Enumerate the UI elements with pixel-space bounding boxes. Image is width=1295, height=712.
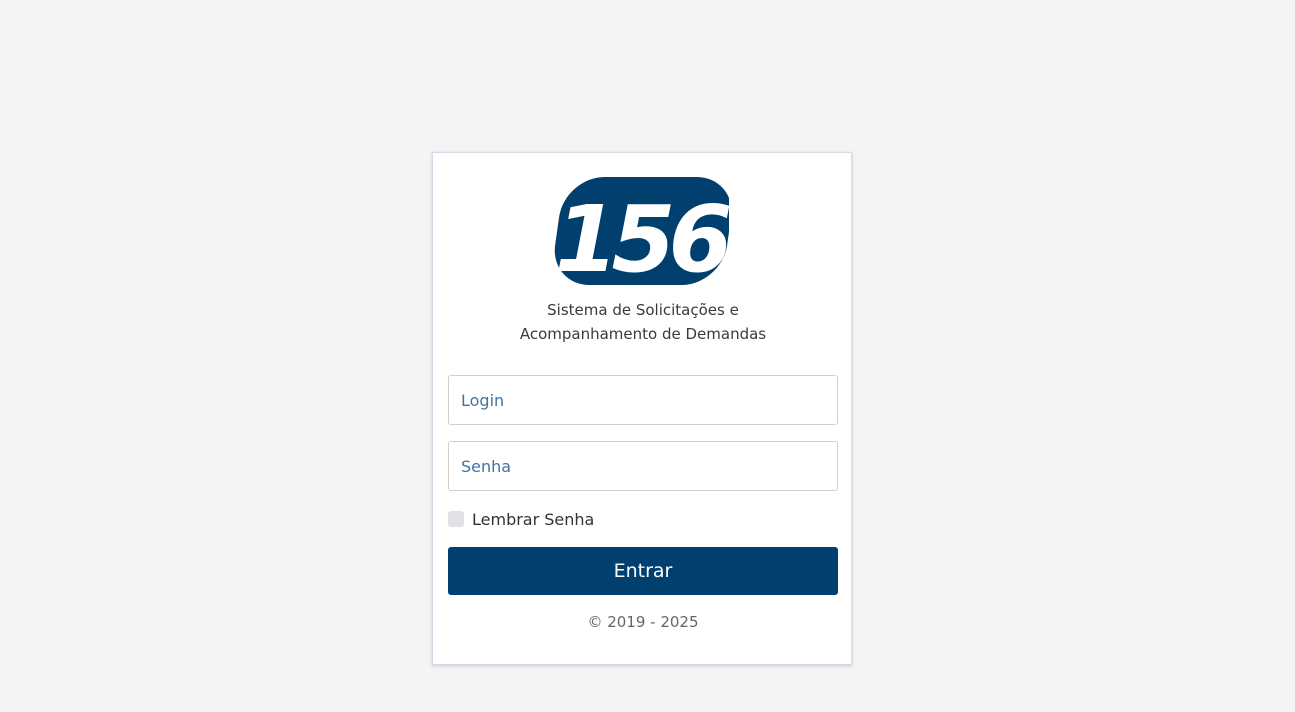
copyright-text: © 2019 - 2025 xyxy=(587,613,699,631)
remember-label: Lembrar Senha xyxy=(472,509,595,529)
logo-156: 156 xyxy=(554,177,729,289)
remember-password[interactable]: Lembrar Senha xyxy=(448,508,594,530)
system-subtitle: Sistema de Solicitações e Acompanhamento… xyxy=(433,298,853,346)
subtitle-line-2: Acompanhamento de Demandas xyxy=(519,325,767,343)
login-card: 156 Sistema de Solicitações e Acompanham… xyxy=(432,152,852,665)
password-input[interactable] xyxy=(448,441,838,491)
enter-button[interactable]: Entrar xyxy=(448,547,838,595)
remember-checkbox[interactable] xyxy=(448,511,464,527)
login-input[interactable] xyxy=(448,375,838,425)
subtitle-line-1: Sistema de Solicitações e xyxy=(547,301,739,319)
logo-text: 156 xyxy=(554,186,729,289)
